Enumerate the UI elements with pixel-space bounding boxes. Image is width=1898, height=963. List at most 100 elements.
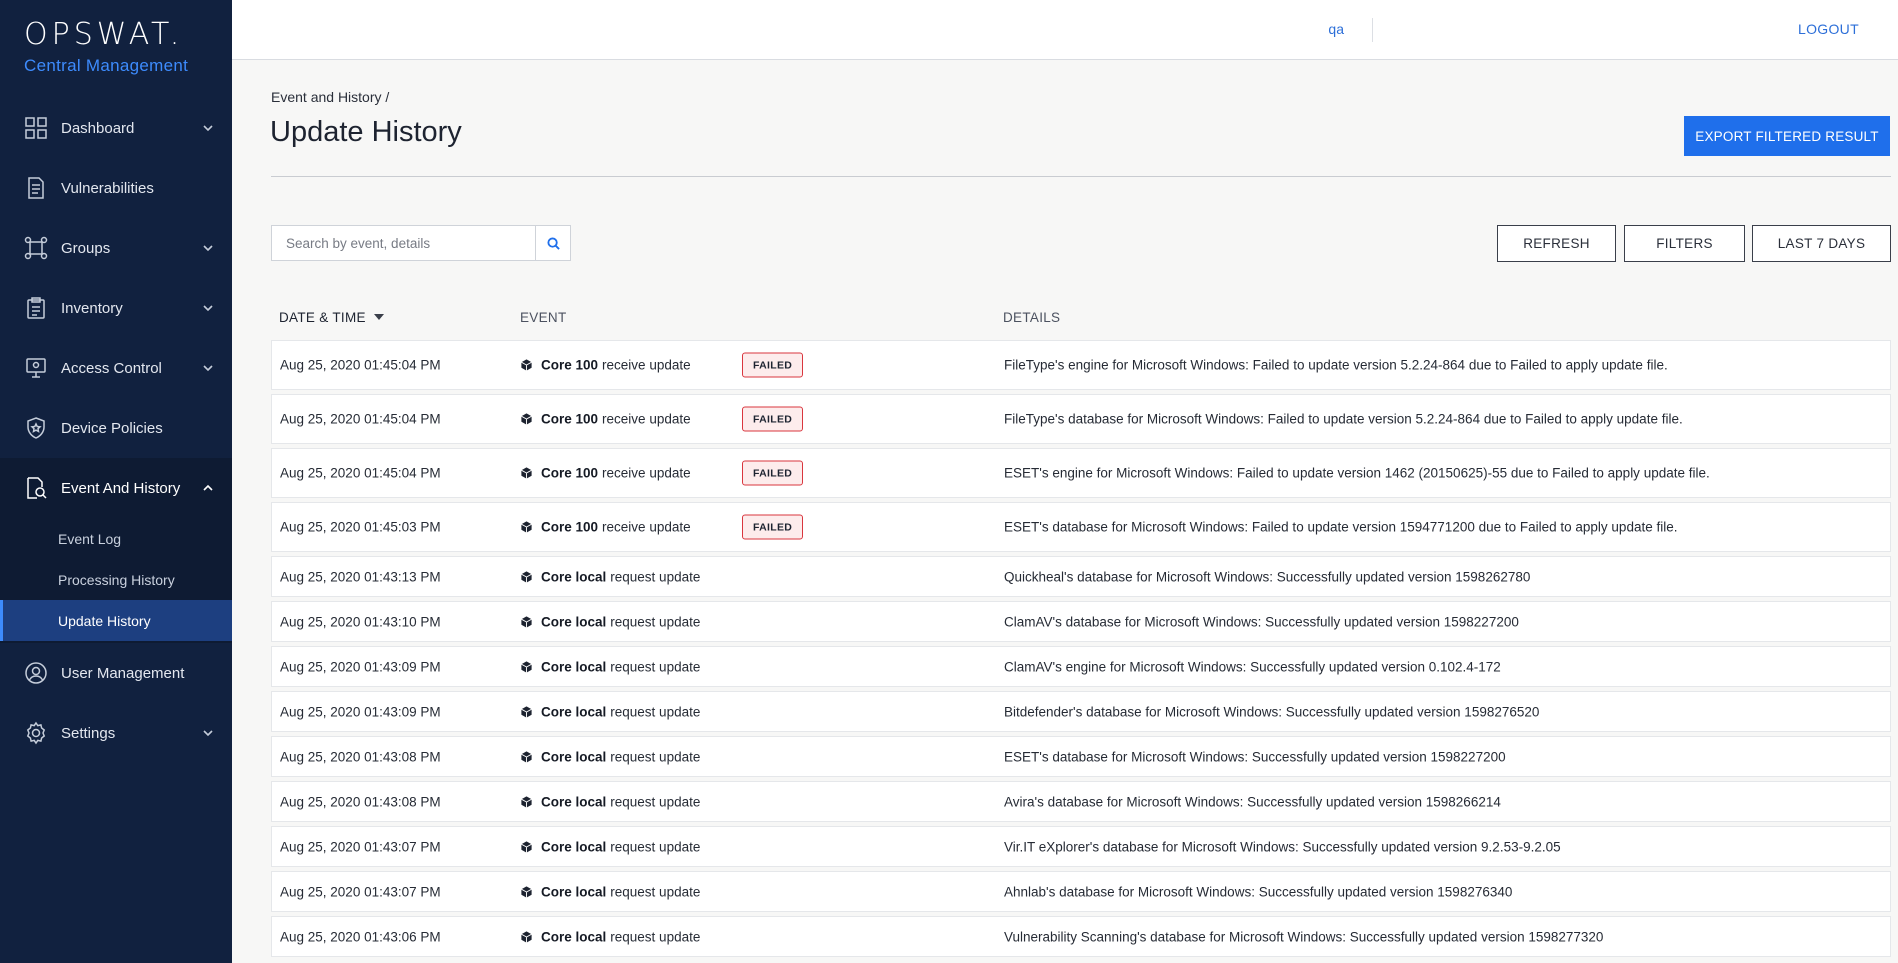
refresh-button[interactable]: REFRESH xyxy=(1497,225,1616,262)
event-and-history-submenu: Event Log Processing History Update Hist… xyxy=(0,518,232,643)
cell-date: Aug 25, 2020 01:45:04 PM xyxy=(280,411,441,427)
sidebar-item-label: User Management xyxy=(61,664,185,682)
access-control-icon xyxy=(24,356,48,380)
package-icon xyxy=(521,467,532,479)
event-action: receive update xyxy=(602,465,691,481)
cell-date: Aug 25, 2020 01:43:13 PM xyxy=(280,569,441,584)
event-source: Core local xyxy=(541,704,607,719)
logout-link[interactable]: LOGOUT xyxy=(1798,21,1859,37)
package-icon xyxy=(521,750,532,763)
package-icon xyxy=(521,570,532,583)
cell-date: Aug 25, 2020 01:45:04 PM xyxy=(280,465,441,481)
topbar-divider xyxy=(1372,18,1373,42)
sidebar-item-device-policies[interactable]: Device Policies xyxy=(0,398,232,458)
event-source: Core local xyxy=(541,839,607,854)
sidebar-item-vulnerabilities[interactable]: Vulnerabilities xyxy=(0,158,232,218)
package-icon xyxy=(521,660,532,673)
cell-event: Core local request update xyxy=(520,884,700,899)
cell-event: Core local request update xyxy=(520,749,700,764)
sidebar-item-label: Device Policies xyxy=(61,419,163,437)
chevron-down-icon xyxy=(203,245,213,252)
status-badge: FAILED xyxy=(742,514,804,540)
event-source: Core local xyxy=(541,794,607,809)
table-row[interactable]: Aug 25, 2020 01:45:04 PM Core 100 receive … xyxy=(271,340,1891,390)
cell-details: ESET's engine for Microsoft Windows: Fai… xyxy=(1004,465,1710,481)
top-bar: qa xyxy=(232,0,1898,60)
date-range-button[interactable]: LAST 7 DAYS xyxy=(1752,225,1891,262)
table-row[interactable]: Aug 25, 2020 01:43:08 PM Core local reques… xyxy=(271,736,1891,777)
sidebar-item-inventory[interactable]: Inventory xyxy=(0,278,232,338)
clipboard-icon xyxy=(24,296,48,320)
table-row[interactable]: Aug 25, 2020 01:43:08 PM Core local reques… xyxy=(271,781,1891,822)
table-row[interactable]: Aug 25, 2020 01:43:09 PM Core local reques… xyxy=(271,691,1891,732)
column-header-date[interactable]: DATE & TIME xyxy=(279,310,384,325)
sidebar-item-label: Groups xyxy=(61,239,111,257)
sidebar-item-groups[interactable]: Groups xyxy=(0,218,232,278)
table-row[interactable]: Aug 25, 2020 01:43:10 PM Core local reques… xyxy=(271,601,1891,642)
cell-details: ESET's database for Microsoft Windows: S… xyxy=(1004,749,1506,764)
chevron-up-icon xyxy=(203,484,213,491)
cell-details: Avira's database for Microsoft Windows: … xyxy=(1004,794,1501,809)
sidebar-item-label: Settings xyxy=(61,724,116,742)
table-row[interactable]: Aug 25, 2020 01:43:09 PM Core local reques… xyxy=(271,646,1891,687)
sidebar-subitem-update-history[interactable]: Update History xyxy=(0,600,232,641)
cell-event: Core local request update xyxy=(520,794,700,809)
export-filtered-result-button[interactable]: EXPORT FILTERED RESULT xyxy=(1684,116,1890,156)
user-menu-link[interactable]: qa xyxy=(1328,21,1344,37)
cell-event: Core local request update xyxy=(520,839,700,854)
sort-descending-icon xyxy=(373,314,384,320)
event-source: Core 100 xyxy=(541,465,599,481)
search-history-icon xyxy=(24,476,48,500)
package-icon xyxy=(521,930,532,943)
brand-logo[interactable]: OPSWAT. Central Management xyxy=(24,18,188,76)
chevron-down-icon xyxy=(203,125,213,132)
event-action: request update xyxy=(610,794,701,809)
sidebar-subitem-event-log[interactable]: Event Log xyxy=(0,518,232,559)
cell-event: Core 100 receive update FAILED xyxy=(520,352,804,378)
cell-date: Aug 25, 2020 01:43:07 PM xyxy=(280,884,441,899)
cell-details: Vulnerability Scanning's database for Mi… xyxy=(1004,929,1604,944)
cell-date: Aug 25, 2020 01:43:07 PM xyxy=(280,839,441,854)
cell-date: Aug 25, 2020 01:43:08 PM xyxy=(280,749,441,764)
event-action: request update xyxy=(610,839,701,854)
cell-event: Core local request update xyxy=(520,659,700,674)
table-row[interactable]: Aug 25, 2020 01:43:07 PM Core local reques… xyxy=(271,826,1891,867)
sidebar-item-dashboard[interactable]: Dashboard xyxy=(0,98,232,158)
event-source: Core local xyxy=(541,659,607,674)
sidebar-subitem-processing-history[interactable]: Processing History xyxy=(0,559,232,600)
shield-icon xyxy=(24,416,48,440)
event-action: request update xyxy=(610,929,701,944)
table-row[interactable]: Aug 25, 2020 01:45:03 PM Core 100 receive … xyxy=(271,502,1891,552)
gear-icon xyxy=(24,721,48,745)
event-source: Core local xyxy=(541,884,607,899)
sidebar-item-user-management[interactable]: User Management xyxy=(0,643,232,703)
search-button[interactable] xyxy=(535,226,570,260)
sidebar-item-access-control[interactable]: Access Control xyxy=(0,338,232,398)
page-title: Update History xyxy=(270,116,462,148)
table-row[interactable]: Aug 25, 2020 01:45:04 PM Core 100 receive … xyxy=(271,394,1891,444)
table-row[interactable]: Aug 25, 2020 01:43:07 PM Core local reques… xyxy=(271,871,1891,912)
column-header-details: DETAILS xyxy=(1003,310,1061,325)
user-icon xyxy=(24,661,48,685)
sidebar-item-label: Vulnerabilities xyxy=(61,179,154,197)
breadcrumb[interactable]: Event and History / xyxy=(271,89,389,105)
filters-button[interactable]: FILTERS xyxy=(1624,225,1745,262)
table-row[interactable]: Aug 25, 2020 01:43:13 PM Core local reques… xyxy=(271,556,1891,597)
search-input[interactable] xyxy=(272,226,535,260)
sidebar-item-settings[interactable]: Settings xyxy=(0,703,232,763)
cell-date: Aug 25, 2020 01:45:03 PM xyxy=(280,519,441,535)
cell-details: Quickheal's database for Microsoft Windo… xyxy=(1004,569,1531,584)
chevron-down-icon xyxy=(203,730,213,737)
event-source: Core local xyxy=(541,749,607,764)
event-source: Core local xyxy=(541,614,607,629)
cell-date: Aug 25, 2020 01:43:09 PM xyxy=(280,659,441,674)
table-row[interactable]: Aug 25, 2020 01:45:04 PM Core 100 receive … xyxy=(271,448,1891,498)
search-box xyxy=(271,225,571,261)
document-icon xyxy=(24,176,48,200)
search-icon xyxy=(546,236,560,250)
status-badge: FAILED xyxy=(742,460,804,486)
table-row[interactable]: Aug 25, 2020 01:43:06 PM Core local reques… xyxy=(271,916,1891,957)
sidebar-item-event-and-history[interactable]: Event And History xyxy=(0,458,232,518)
main-content: Event and History / Update History EXPOR… xyxy=(232,60,1898,963)
cell-details: FileType's database for Microsoft Window… xyxy=(1004,411,1683,427)
